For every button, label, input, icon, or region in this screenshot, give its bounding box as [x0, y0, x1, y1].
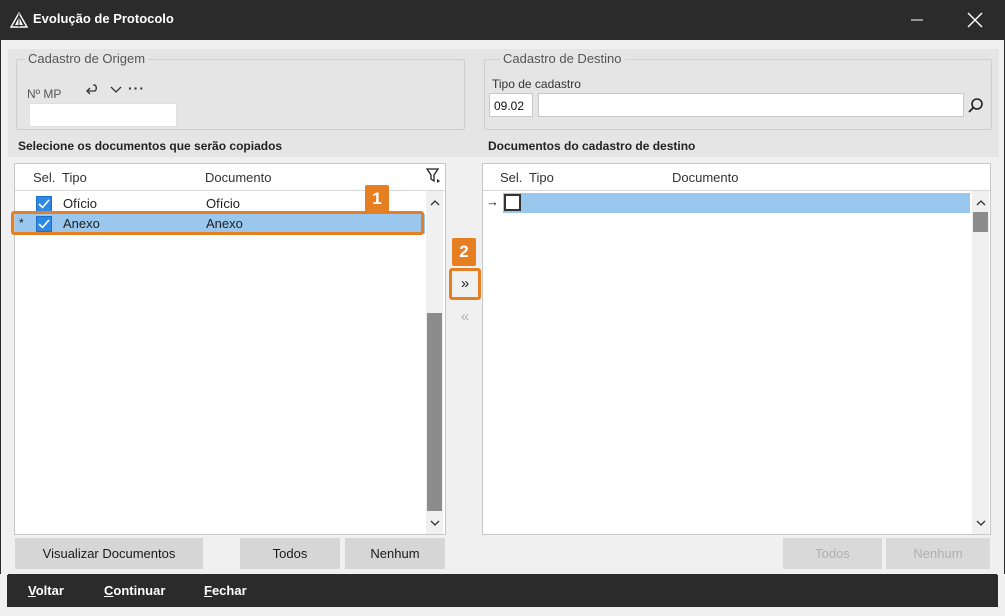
right-panel-title: Documentos do cadastro de destino: [488, 139, 696, 153]
vertical-scrollbar[interactable]: [972, 191, 989, 534]
chevron-up-icon: [976, 199, 985, 205]
mp-label: Nº MP: [27, 87, 62, 101]
tipo-cadastro-code-input[interactable]: 09.02: [489, 93, 533, 117]
scroll-down-button[interactable]: [426, 514, 443, 532]
continuar-label: ontinuar: [113, 583, 166, 598]
todos-destino-button[interactable]: Todos: [783, 538, 882, 569]
minimize-icon: [911, 19, 923, 21]
todos-button[interactable]: Todos: [240, 538, 340, 569]
nenhum-destino-button[interactable]: Nenhum: [886, 538, 990, 569]
fechar-mnemonic: F: [204, 583, 212, 598]
annotation-highlight-button: [449, 268, 481, 300]
voltar-link[interactable]: Voltar: [28, 583, 64, 598]
visualizar-documentos-button[interactable]: Visualizar Documentos: [15, 538, 203, 569]
cadastro-destino-group: Cadastro de Destino Tipo de cadastro 09.…: [484, 51, 992, 130]
dialog-content: Cadastro de Origem Nº MP ··· Cadastro de…: [1, 40, 1004, 574]
close-icon: [967, 12, 983, 28]
column-sel[interactable]: Sel.: [500, 170, 522, 185]
nenhum-button[interactable]: Nenhum: [345, 538, 445, 569]
row-tipo: Ofício: [63, 196, 97, 211]
chevron-down-icon: [976, 520, 985, 526]
scroll-up-button[interactable]: [426, 193, 443, 211]
title-bar: Evolução de Protocolo: [0, 0, 1005, 40]
table-row-selected[interactable]: [503, 193, 970, 213]
cadastro-destino-legend: Cadastro de Destino: [500, 51, 625, 66]
annotation-badge-2: 2: [452, 238, 476, 266]
column-tipo[interactable]: Tipo: [62, 170, 87, 185]
mp-input[interactable]: [29, 103, 177, 127]
destination-documents-grid[interactable]: Sel. Tipo Documento →: [482, 163, 991, 535]
frame-edge: [0, 607, 1005, 616]
column-documento[interactable]: Documento: [672, 170, 738, 185]
checkmark-icon: [38, 199, 50, 209]
left-panel-title: Selecione os documentos que serão copiad…: [18, 139, 283, 153]
search-icon[interactable]: [965, 96, 987, 116]
tipo-cadastro-description-input[interactable]: [538, 93, 964, 117]
fechar-link[interactable]: Fechar: [204, 583, 247, 598]
vertical-scrollbar[interactable]: [426, 191, 443, 534]
cadastro-origem-legend: Cadastro de Origem: [25, 51, 149, 66]
scroll-down-button[interactable]: [972, 514, 989, 532]
column-tipo[interactable]: Tipo: [529, 170, 554, 185]
annotation-badge-1: 1: [365, 185, 389, 213]
more-options-icon[interactable]: ···: [128, 80, 145, 96]
column-sel[interactable]: Sel.: [33, 170, 55, 185]
row-indicator-cell: →: [483, 193, 503, 213]
grid-header: Sel. Tipo Documento: [483, 164, 990, 191]
undo-icon[interactable]: [86, 82, 102, 98]
tipo-cadastro-label: Tipo de cadastro: [492, 77, 581, 91]
chevron-down-icon[interactable]: [109, 82, 123, 96]
scroll-up-button[interactable]: [972, 193, 989, 211]
current-row-arrow-icon: →: [486, 194, 499, 209]
continuar-link[interactable]: Continuar: [104, 583, 165, 598]
fechar-label: echar: [211, 583, 247, 598]
column-documento[interactable]: Documento: [205, 170, 271, 185]
cadastro-origem-group: Cadastro de Origem Nº MP ···: [16, 51, 465, 130]
bottom-action-bar: Voltar Continuar Fechar: [7, 575, 998, 607]
scroll-thumb[interactable]: [973, 212, 988, 232]
app-logo-icon: [10, 12, 28, 28]
close-button[interactable]: [952, 0, 998, 40]
row-checkbox[interactable]: [36, 196, 52, 212]
voltar-mnemonic: V: [28, 583, 36, 598]
filter-icon[interactable]: [425, 167, 443, 185]
minimize-button[interactable]: [894, 0, 940, 40]
scroll-thumb[interactable]: [427, 313, 442, 511]
chevron-down-icon: [430, 520, 439, 526]
voltar-label: oltar: [35, 583, 64, 598]
window-title: Evolução de Protocolo: [33, 11, 174, 26]
continuar-mnemonic: C: [104, 583, 114, 598]
row-checkbox[interactable]: [504, 194, 521, 211]
row-documento: Ofício: [206, 196, 240, 211]
annotation-highlight-row: [11, 211, 424, 235]
move-left-button[interactable]: «: [455, 306, 475, 326]
chevron-up-icon: [430, 199, 439, 205]
